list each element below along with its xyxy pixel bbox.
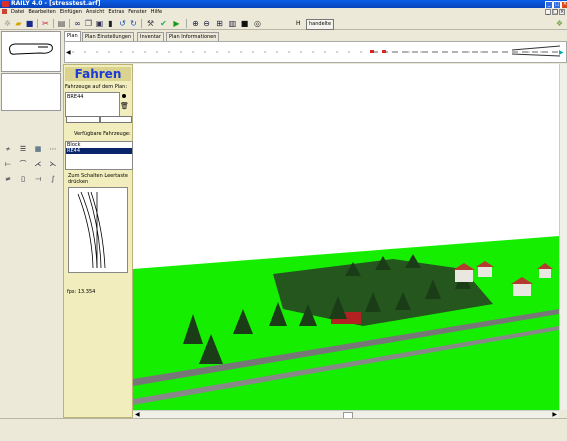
scroll-right-icon[interactable]: ▶ (559, 49, 564, 56)
cut-icon[interactable]: ✂ (41, 19, 50, 28)
window-title: RAILY 4.0 - [stresstest.arf] (11, 0, 101, 7)
menu-bar: Datei Bearbeiten Einfügen Ansicht Extras Fens… (0, 8, 567, 16)
camera-icon[interactable]: ◎ (253, 19, 262, 28)
settings-icon[interactable]: ❖ (555, 19, 564, 28)
redo-icon[interactable]: ↻ (129, 19, 138, 28)
fps-counter: fps: 13.354 (67, 289, 96, 295)
zoom-in-icon[interactable]: ⊕ (191, 19, 200, 28)
switch-diagram (68, 187, 128, 273)
menu-datei[interactable]: Datei (9, 8, 26, 16)
left-tool-palette: ≁ ☰ ▦ ⋯ ⟝ ⌒ ⋌ ⋋ ≠ ▯ ⟞ ∫ (0, 112, 62, 418)
track-overview-preview[interactable] (1, 31, 61, 72)
trash-icon[interactable]: 🗑 (120, 102, 129, 110)
toolbar-separator (69, 19, 70, 28)
scroll-left-arrow-icon[interactable]: ◀ (135, 411, 140, 418)
h-label: H (296, 20, 301, 27)
available-vehicles-list[interactable]: Block RE44 (65, 141, 133, 170)
paste-icon[interactable]: ▣ (95, 19, 104, 28)
toolbar: ☼ ▰ ■ ✂ ▤ ∞ ❐ ▣ ▮ ↺ ↻ ⚒ ✔ ▶ ⊕ ⊖ ⊞ ▥ ■ ◎ … (0, 16, 567, 30)
document-icon[interactable] (2, 9, 7, 14)
dot-icon[interactable] (122, 94, 126, 98)
available-vehicles-label: Verfügbare Fahrzeuge: (74, 131, 131, 137)
signal-icon[interactable]: ▯ (18, 174, 28, 184)
crossing-icon[interactable]: ≠ (3, 174, 13, 184)
select-track-icon[interactable]: ≁ (3, 144, 13, 154)
switch-hint: Zum Schalten Leertaste drücken (68, 173, 128, 185)
list-item-selected[interactable]: RE44 (66, 148, 132, 154)
title-bar: RAILY 4.0 - [stresstest.arf] _ □ × (0, 0, 567, 9)
menu-extras[interactable]: Extras (106, 8, 126, 16)
toolbar-separator (141, 19, 142, 28)
mdi-restore-button[interactable]: □ (552, 9, 558, 15)
stop-icon[interactable]: ■ (240, 19, 249, 28)
binoculars-icon[interactable]: ∞ (73, 19, 82, 28)
switch-right-icon[interactable]: ⋋ (48, 159, 58, 169)
scroll-left-icon[interactable]: ◀ (66, 49, 71, 56)
copy-icon[interactable]: ❐ (84, 19, 93, 28)
menu-einfuegen[interactable]: Einfügen (58, 8, 84, 16)
menu-bearbeiten[interactable]: Bearbeiten (26, 8, 57, 16)
tool-icon[interactable]: ⚒ (146, 19, 155, 28)
vehicles-on-plan-label: Fahrzeuge auf dem Plan: (65, 84, 128, 90)
handelte-button[interactable]: handelte (306, 19, 335, 30)
undo-icon[interactable]: ↺ (118, 19, 127, 28)
vehicles-on-plan-list[interactable]: BRE44 (65, 92, 120, 117)
drive-panel: Fahren Fahrzeuge auf dem Plan: BRE44 🗑 V… (63, 64, 133, 418)
panel-title: Fahren (65, 67, 131, 81)
track-plan-strip[interactable]: ◀ ▶ (64, 41, 567, 63)
scroll-right-arrow-icon[interactable]: ▶ (552, 411, 557, 418)
block-icon[interactable]: ▦ (33, 144, 43, 154)
3d-scene-view[interactable] (133, 64, 559, 410)
vertical-scrollbar[interactable] (559, 64, 567, 410)
switch-diagram-drawing (77, 191, 106, 269)
list-item[interactable]: BRE44 (67, 94, 118, 100)
switch-left-icon[interactable]: ⋌ (33, 159, 43, 169)
track-overview-drawing (9, 43, 53, 55)
secondary-preview (1, 73, 61, 111)
curve-track-icon[interactable]: ⌒ (18, 159, 28, 169)
menu-hilfe[interactable]: Hilfe (149, 8, 164, 16)
direction-slider[interactable] (100, 116, 132, 123)
buffer-icon[interactable]: ⟞ (33, 174, 43, 184)
chart-icon[interactable]: ▥ (228, 19, 237, 28)
new-icon[interactable]: ☼ (3, 19, 12, 28)
lines-icon[interactable]: ☰ (18, 144, 28, 154)
mdi-close-button[interactable]: × (559, 9, 565, 15)
toolbar-separator (53, 19, 54, 28)
dots-icon[interactable]: ⋯ (48, 144, 58, 154)
straight-track-icon[interactable]: ⟝ (3, 159, 13, 169)
tab-bar: Plan Plan Einstellungen Inventar Plan In… (64, 31, 567, 42)
check-icon[interactable]: ✔ (159, 19, 168, 28)
menu-ansicht[interactable]: Ansicht (84, 8, 106, 16)
speed-slider[interactable] (66, 116, 100, 123)
track-plan-drawing (72, 45, 560, 57)
app-icon (2, 1, 9, 7)
menu-fenster[interactable]: Fenster (126, 8, 149, 16)
s-curve-icon[interactable]: ∫ (48, 174, 58, 184)
toolbar-separator (37, 19, 38, 28)
grid-icon[interactable]: ⊞ (215, 19, 224, 28)
mdi-minimize-button[interactable]: _ (545, 9, 551, 15)
open-icon[interactable]: ▰ (14, 19, 23, 28)
horizontal-scrollbar[interactable]: ◀ ▶ (133, 410, 559, 419)
status-bar (0, 418, 567, 441)
delete-icon[interactable]: ▮ (106, 19, 115, 28)
zoom-out-icon[interactable]: ⊖ (202, 19, 211, 28)
print-icon[interactable]: ▤ (57, 19, 66, 28)
save-icon[interactable]: ■ (25, 19, 34, 28)
play-icon[interactable]: ▶ (172, 19, 181, 28)
toolbar-separator (186, 19, 187, 28)
